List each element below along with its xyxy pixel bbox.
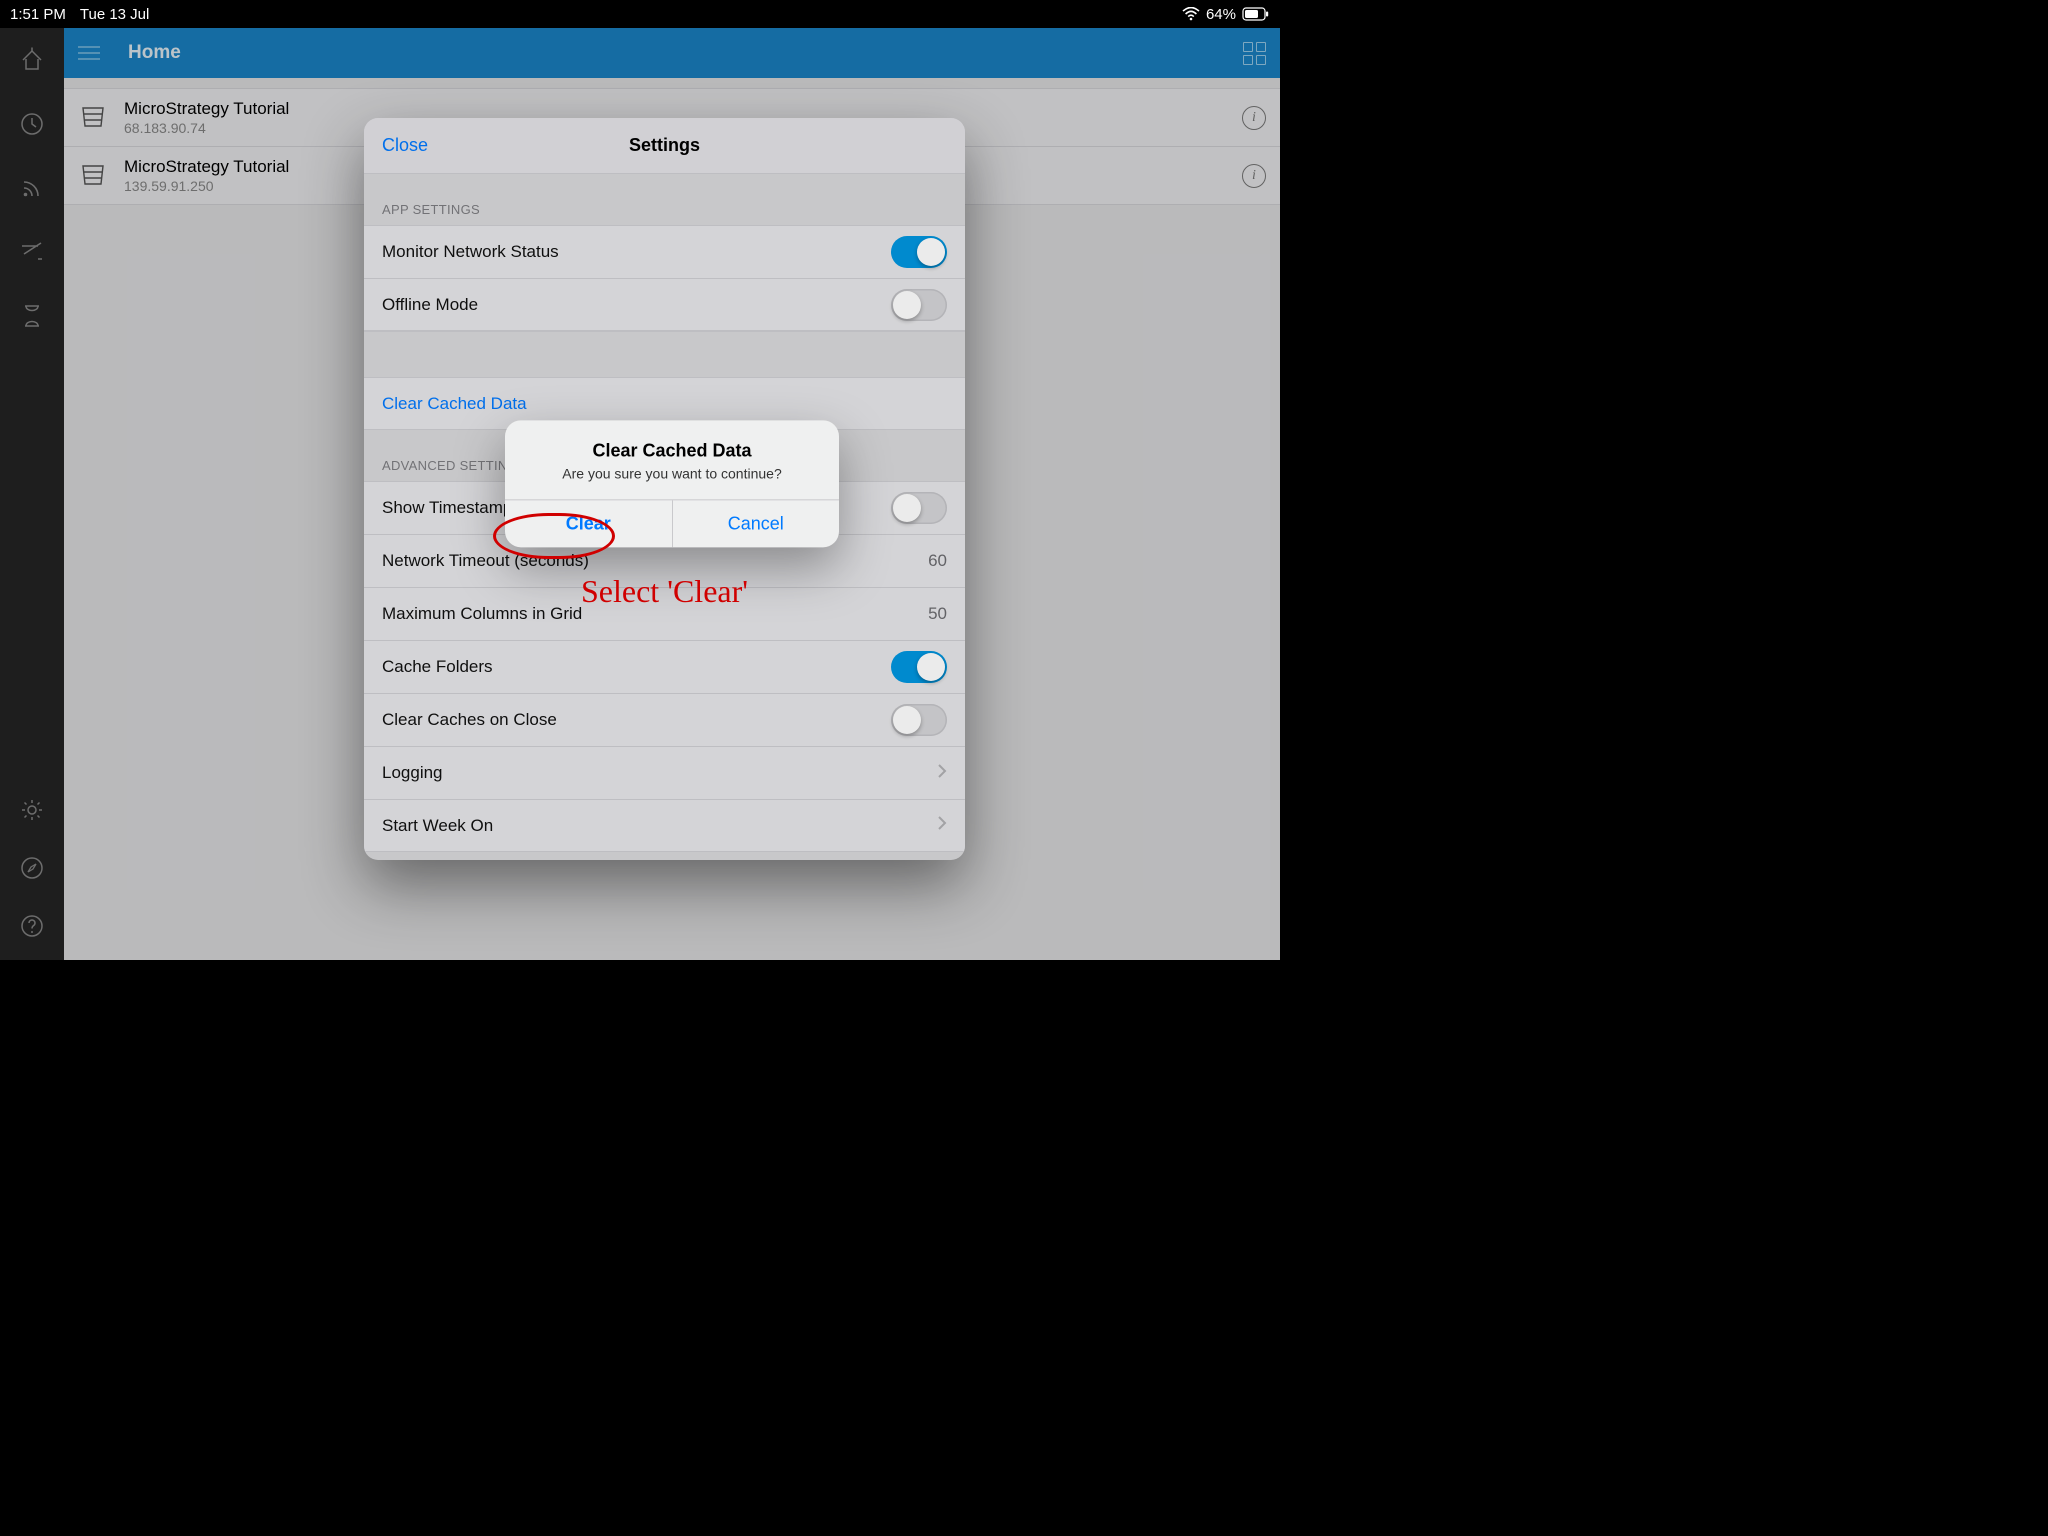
alert-dialog: Clear Cached Data Are you sure you want … (505, 420, 839, 547)
alert-cancel-button[interactable]: Cancel (673, 500, 840, 547)
left-sidebar (0, 28, 64, 960)
status-time: 1:51 PM (10, 6, 66, 23)
alert-backdrop[interactable]: Clear Cached Data Are you sure you want … (64, 28, 1280, 960)
battery-percent: 64% (1206, 6, 1236, 23)
alert-clear-button[interactable]: Clear (505, 500, 673, 547)
compass-icon[interactable] (18, 854, 46, 882)
gear-icon[interactable] (18, 796, 46, 824)
home-icon[interactable] (18, 46, 46, 74)
wifi-icon (1182, 7, 1200, 21)
help-icon[interactable] (18, 912, 46, 940)
hourglass-icon[interactable] (18, 302, 46, 330)
edit-icon[interactable] (18, 238, 46, 266)
clock-icon[interactable] (18, 110, 46, 138)
rss-icon[interactable] (18, 174, 46, 202)
status-bar: 1:51 PM Tue 13 Jul 64% (0, 0, 1280, 28)
alert-message: Are you sure you want to continue? (521, 465, 823, 481)
alert-title: Clear Cached Data (521, 440, 823, 461)
battery-icon (1242, 7, 1270, 21)
status-date: Tue 13 Jul (80, 6, 150, 23)
